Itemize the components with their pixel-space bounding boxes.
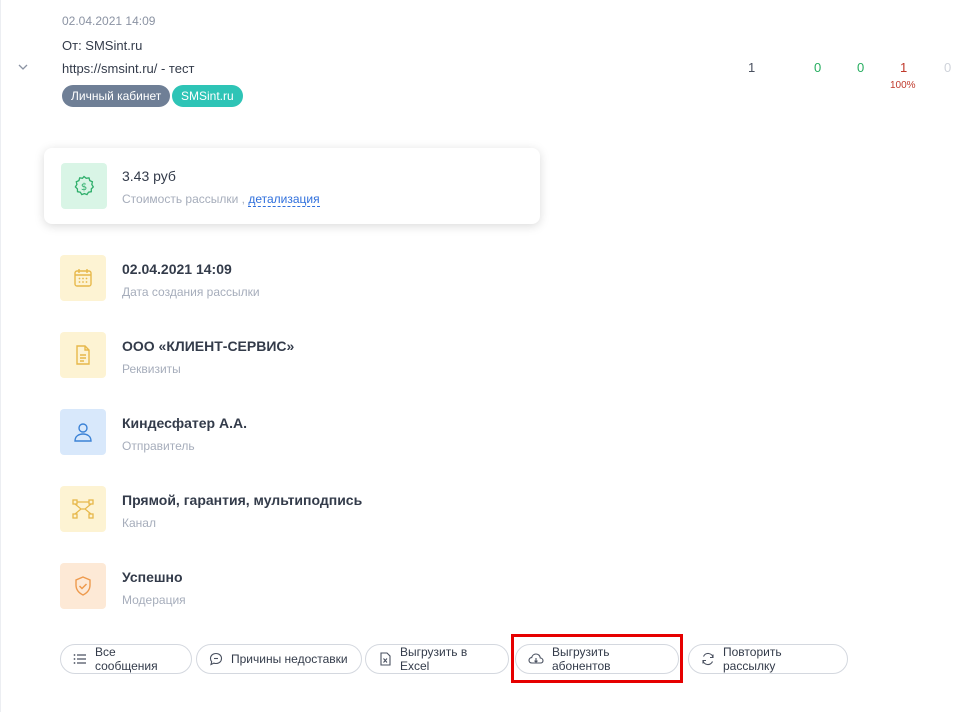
sender-label: Отправитель [122,439,195,453]
message-text: https://smsint.ru/ - тест [62,61,195,76]
stat-other: 0 [944,60,952,75]
stat-failed-percent: 100% [890,80,916,91]
all-messages-button[interactable]: Все сообщения [60,644,192,674]
moderation-status: Успешно [122,569,183,585]
created-date: 02.04.2021 14:09 [122,261,232,277]
shield-check-icon [60,563,106,609]
list-icon [73,654,86,664]
highlight-frame [511,634,683,683]
chevron-down-icon[interactable] [16,60,30,74]
user-icon [60,409,106,455]
company-name: ООО «КЛИЕНТ-СЕРВИС» [122,338,295,354]
svg-text:$: $ [81,182,87,193]
repeat-mailing-button[interactable]: Повторить рассылку [688,644,848,674]
export-excel-label: Выгрузить в Excel [400,645,468,673]
cost-amount: 3.43 руб [122,168,176,184]
calendar-icon [60,255,106,301]
cost-card [44,148,540,224]
stat-delivered: 0 [814,60,822,75]
reasons-label: Причины недоставки [231,652,348,666]
reasons-button[interactable]: Причины недоставки [196,644,362,674]
channel-name: Прямой, гарантия, мультиподпись [122,492,363,508]
money-icon: $ [61,163,107,209]
message-datetime: 02.04.2021 14:09 [62,14,156,28]
stat-total: 1 [748,60,756,75]
cost-label-text: Стоимость рассылки , [122,192,246,206]
stat-read: 0 [857,60,865,75]
sender-name: Киндесфатер А.А. [122,415,248,431]
message-sender: От: SMSint.ru [62,38,143,53]
message-circle-icon [209,652,223,666]
route-icon [60,486,106,532]
document-icon [60,332,106,378]
excel-file-icon [380,652,391,666]
detail-link[interactable]: детализация [248,192,320,207]
created-date-label: Дата создания рассылки [122,285,260,299]
stat-failed: 1 [900,60,908,75]
company-label: Реквизиты [122,362,181,376]
tag-smsint[interactable]: SMSint.ru [172,85,243,107]
all-messages-label: Все сообщения [95,645,158,673]
tag-personal-account[interactable]: Личный кабинет [62,85,171,107]
moderation-label: Модерация [122,593,186,607]
cost-label: Стоимость рассылки , детализация [122,192,320,207]
refresh-icon [702,652,714,666]
repeat-mailing-label: Повторить рассылку [723,645,782,673]
export-excel-button[interactable]: Выгрузить в Excel [365,644,509,674]
left-border [0,0,1,712]
channel-label: Канал [122,516,156,530]
